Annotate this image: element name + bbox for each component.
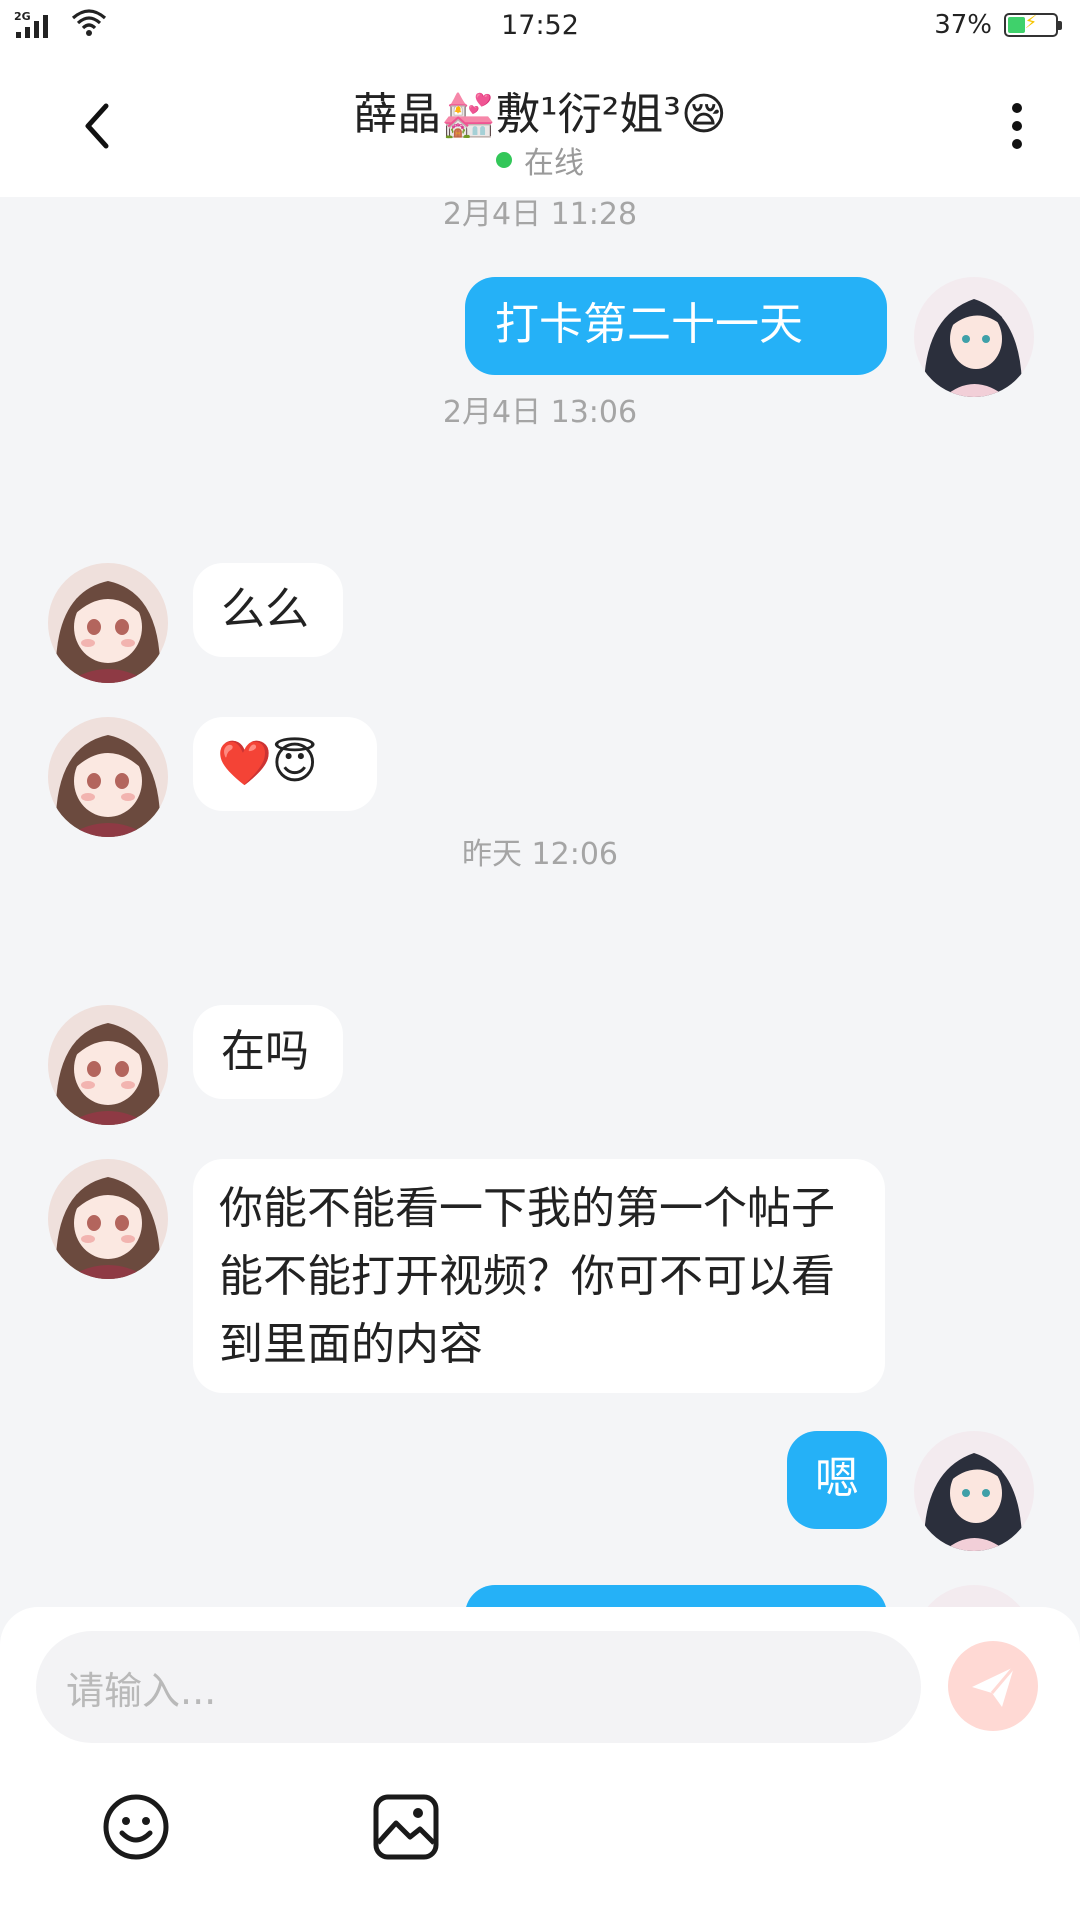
chat-header: 薛晶💒敷¹衍²姐³😪 在线 [0,52,1080,197]
contact-avatar[interactable] [48,1159,168,1279]
battery-percent: 37% [934,10,992,40]
emoji-icon [103,1794,169,1860]
image-button[interactable] [370,1791,442,1863]
send-icon [972,1666,1016,1707]
image-icon [373,1794,439,1860]
contact-name: 薛晶💒敷¹衍²姐³😪 [353,89,727,140]
incoming-emoji-message[interactable]: ❤️😇 [193,717,377,811]
incoming-message[interactable]: 在吗 [193,1005,343,1099]
incoming-message[interactable]: 你能不能看一下我的第一个帖子能不能打开视频？你可不可以看到里面的内容 [193,1159,885,1393]
timestamp: 昨天 12:06 [462,837,618,872]
my-avatar[interactable] [914,1585,1034,1607]
emoji-button[interactable] [100,1791,172,1863]
more-vertical-icon [1012,103,1022,149]
charging-icon: ⚡ [1024,12,1038,33]
message-input[interactable]: 请输入... [36,1631,921,1743]
message-composer: 请输入... [0,1607,1080,1920]
incoming-message[interactable]: 么么 [193,563,343,657]
timestamp: 2月4日 11:28 [442,197,638,232]
online-status: 在线 [0,138,1080,182]
status-bar: 2G 17:52 37% ⚡ [0,0,1080,52]
timestamp: 2月4日 13:06 [442,395,638,430]
outgoing-message[interactable]: 嗯 [787,1431,887,1529]
contact-avatar[interactable] [48,717,168,837]
my-avatar[interactable] [914,277,1034,397]
status-right: 37% ⚡ [934,10,1062,40]
outgoing-message-partial[interactable] [465,1585,887,1607]
clock: 17:52 [501,10,579,41]
more-button[interactable] [1002,96,1032,156]
online-status-label: 在线 [524,146,584,181]
my-avatar[interactable] [914,1431,1034,1551]
message-list[interactable]: 2月4日 11:28 打卡第二十一天 2月4日 13:06 么么 ❤️😇 昨天 … [0,197,1080,1607]
contact-avatar[interactable] [48,1005,168,1125]
online-dot [496,152,512,168]
battery-icon: ⚡ [1004,12,1062,37]
send-button[interactable] [948,1641,1038,1731]
outgoing-message[interactable]: 打卡第二十一天 [465,277,887,375]
contact-avatar[interactable] [48,563,168,683]
